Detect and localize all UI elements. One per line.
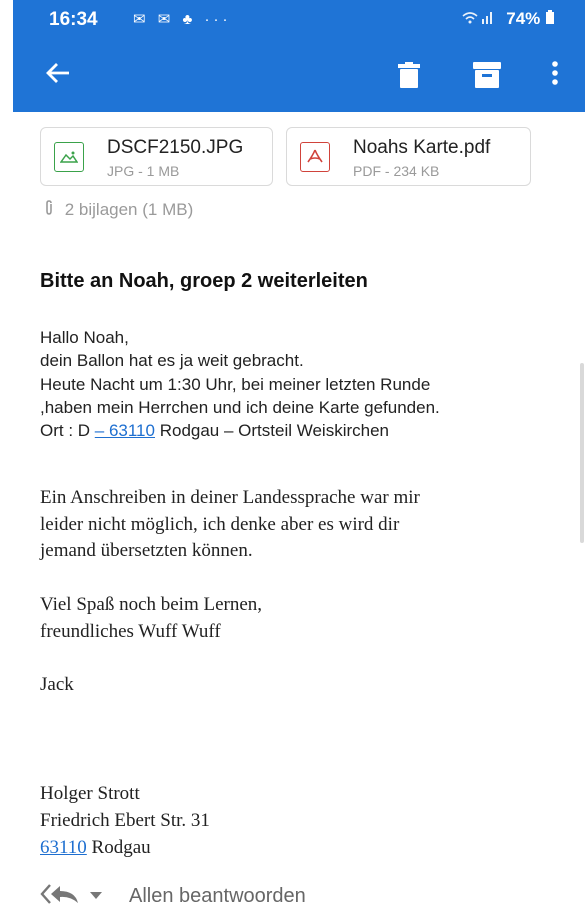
email-body-paragraph: Ein Anschreiben in deiner Landessprache … bbox=[40, 485, 420, 565]
email-signature: Holger Strott Friedrich Ebert Str. 31 63… bbox=[40, 780, 210, 861]
bottom-reply-bar: Allen beantwoorden bbox=[0, 868, 585, 924]
chevron-down-icon[interactable] bbox=[90, 888, 102, 903]
pdf-file-icon bbox=[300, 142, 330, 172]
paperclip-icon bbox=[44, 200, 59, 219]
email-sign-off: Jack bbox=[40, 674, 74, 695]
body-line: Viel Spaß noch beim Lernen, bbox=[40, 594, 263, 615]
attachment-meta: JPG - 1 MB bbox=[107, 163, 180, 179]
attachment-meta: PDF - 234 KB bbox=[353, 163, 440, 179]
attachment-card-jpg[interactable]: DSCF2150.JPG JPG - 1 MB bbox=[40, 127, 273, 186]
signature-city: Rodgau bbox=[86, 837, 151, 858]
body-line: ,haben mein Herrchen und ich deine Karte… bbox=[40, 397, 440, 417]
attachment-name: DSCF2150.JPG bbox=[107, 137, 244, 158]
zip-code-link[interactable]: 63110 bbox=[40, 837, 87, 858]
reply-all-button[interactable]: Allen beantwoorden bbox=[129, 885, 306, 908]
location-suffix: Rodgau – Ortsteil Weiskirchen bbox=[154, 421, 389, 441]
body-line: Ein Anschreiben in deiner Landessprache … bbox=[40, 487, 420, 508]
archive-icon[interactable] bbox=[473, 62, 501, 93]
email-subject: Bitte an Noah, groep 2 weiterleiten bbox=[40, 270, 368, 292]
app-bar bbox=[13, 40, 585, 112]
more-vert-icon[interactable] bbox=[551, 60, 559, 90]
signature-street: Friedrich Ebert Str. 31 bbox=[40, 810, 210, 831]
status-time: 16:34 bbox=[49, 9, 98, 30]
image-file-icon bbox=[54, 142, 84, 172]
battery-percent: 74% bbox=[506, 9, 541, 28]
notification-icons: ✉ ✉ ♣ ··· bbox=[133, 11, 232, 28]
body-line: dein Ballon hat es ja weit gebracht. bbox=[40, 351, 304, 371]
body-line: Hallo Noah, bbox=[40, 328, 129, 347]
attachment-summary: 2 bijlagen (1 MB) bbox=[44, 200, 193, 220]
attachment-name: Noahs Karte.pdf bbox=[353, 137, 491, 158]
attachment-summary-text: 2 bijlagen (1 MB) bbox=[64, 200, 194, 219]
body-line: jemand übersetzten können. bbox=[40, 540, 253, 561]
attachment-card-pdf[interactable]: Noahs Karte.pdf PDF - 234 KB bbox=[286, 127, 531, 186]
location-prefix: Ort : D bbox=[40, 421, 95, 441]
signature-city-line: 63110 Rodgau bbox=[40, 834, 210, 861]
status-bar: 16:34 ✉ ✉ ♣ ··· 74% bbox=[13, 0, 585, 40]
trash-icon[interactable] bbox=[398, 62, 420, 93]
signature-name: Holger Strott bbox=[40, 783, 140, 804]
wifi-signal-icon bbox=[462, 11, 500, 27]
body-line: Heute Nacht um 1:30 Uhr, bei meiner letz… bbox=[40, 374, 431, 394]
scroll-indicator[interactable] bbox=[580, 363, 584, 543]
reply-all-icon[interactable] bbox=[40, 883, 80, 911]
body-line-location: Ort : D – 63110 Rodgau – Ortsteil Weiski… bbox=[40, 419, 440, 442]
body-line: leider nicht möglich, ich denke aber es … bbox=[40, 513, 400, 535]
email-body-intro: Hallo Noah, dein Ballon hat es ja weit g… bbox=[40, 326, 440, 442]
arrow-left-icon[interactable] bbox=[45, 60, 71, 91]
postal-code-link[interactable]: – 63110 bbox=[95, 421, 155, 440]
email-body-paragraph: Viel Spaß noch beim Lernen, freundliches… bbox=[40, 592, 262, 645]
battery-icon bbox=[545, 9, 555, 28]
body-line: freundliches Wuff Wuff bbox=[40, 620, 221, 642]
